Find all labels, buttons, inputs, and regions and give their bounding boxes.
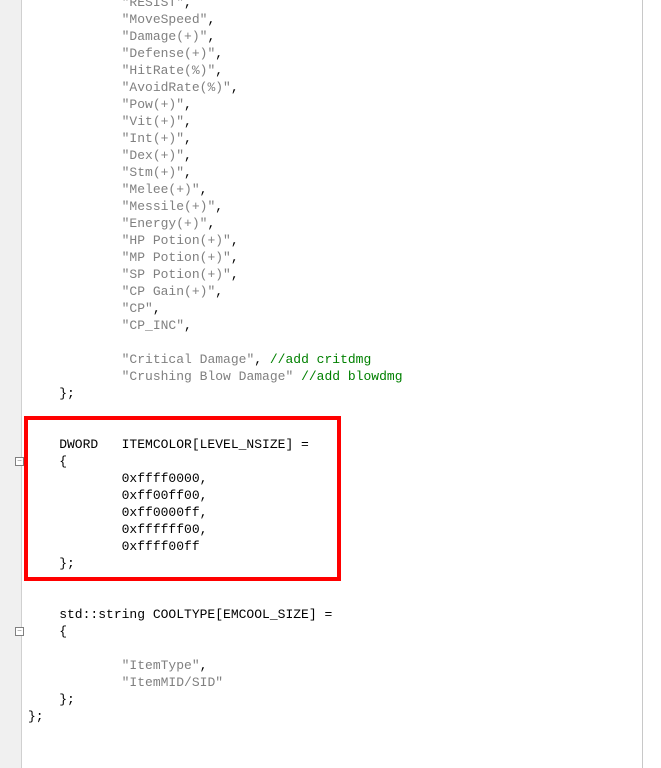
- code-line: "HitRate(%)",: [28, 62, 661, 79]
- code-line: "Vit(+)",: [28, 113, 661, 130]
- code-line: "CP",: [28, 300, 661, 317]
- code-line: "Stm(+)",: [28, 164, 661, 181]
- code-line: "SP Potion(+)",: [28, 266, 661, 283]
- code-line: "MP Potion(+)",: [28, 249, 661, 266]
- code-line: "MoveSpeed",: [28, 11, 661, 28]
- code-line: DWORD ITEMCOLOR[LEVEL_NSIZE] =: [28, 436, 661, 453]
- code-line: "CP Gain(+)",: [28, 283, 661, 300]
- code-line: "Messile(+)",: [28, 198, 661, 215]
- code-line: [28, 419, 661, 436]
- fold-toggle-icon[interactable]: [15, 627, 24, 636]
- code-line: {: [28, 453, 661, 470]
- code-line: [28, 402, 661, 419]
- code-line: std::string COOLTYPE[EMCOOL_SIZE] =: [28, 606, 661, 623]
- code-line: };: [28, 691, 661, 708]
- editor-gutter: [0, 0, 22, 768]
- code-line: "Damage(+)",: [28, 28, 661, 45]
- code-line: [28, 589, 661, 606]
- code-line: 0xff0000ff,: [28, 504, 661, 521]
- code-line: "Melee(+)",: [28, 181, 661, 198]
- code-line: [28, 640, 661, 657]
- code-line: "Crushing Blow Damage" //add blowdmg: [28, 368, 661, 385]
- code-line: "HP Potion(+)",: [28, 232, 661, 249]
- code-line: [28, 572, 661, 589]
- code-line: {: [28, 623, 661, 640]
- code-line: 0xff00ff00,: [28, 487, 661, 504]
- code-line: 0xffff00ff: [28, 538, 661, 555]
- code-line: "RESIST",: [28, 0, 661, 11]
- code-line: "Critical Damage", //add critdmg: [28, 351, 661, 368]
- code-line: };: [28, 708, 661, 725]
- code-line: "Defense(+)",: [28, 45, 661, 62]
- code-line: "Pow(+)",: [28, 96, 661, 113]
- code-line: "AvoidRate(%)",: [28, 79, 661, 96]
- code-line: "Int(+)",: [28, 130, 661, 147]
- code-line: "ItemMID/SID": [28, 674, 661, 691]
- code-line: 0xffffff00,: [28, 521, 661, 538]
- code-line: };: [28, 385, 661, 402]
- code-line: "Dex(+)",: [28, 147, 661, 164]
- code-editor-content[interactable]: "RESIST", "MoveSpeed", "Damage(+)", "Def…: [28, 0, 661, 725]
- code-line: [28, 334, 661, 351]
- code-line: 0xffff0000,: [28, 470, 661, 487]
- code-line: };: [28, 555, 661, 572]
- fold-toggle-icon[interactable]: [15, 457, 24, 466]
- code-line: "ItemType",: [28, 657, 661, 674]
- code-line: "CP_INC",: [28, 317, 661, 334]
- code-line: "Energy(+)",: [28, 215, 661, 232]
